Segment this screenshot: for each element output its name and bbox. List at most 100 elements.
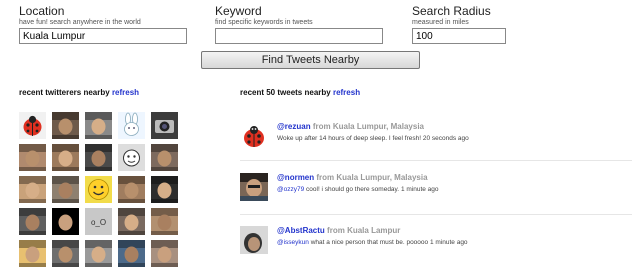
person-photo bbox=[85, 112, 112, 139]
man-avatar[interactable] bbox=[85, 144, 112, 171]
person-photo bbox=[151, 240, 178, 267]
tweet-body: @isseykun what a nice person that must b… bbox=[277, 239, 632, 246]
person-photo bbox=[85, 144, 112, 171]
keyword-label: Keyword bbox=[215, 4, 262, 18]
man-avatar[interactable] bbox=[52, 240, 79, 267]
man-avatar[interactable] bbox=[85, 112, 112, 139]
man-avatar[interactable] bbox=[52, 144, 79, 171]
bunny-icon bbox=[124, 112, 139, 136]
keyword-field-group: Keyword find specific keywords in tweets bbox=[215, 5, 383, 44]
keyword-hint: find specific keywords in tweets bbox=[215, 19, 313, 26]
location-hint: have fun! search anywhere in the world bbox=[19, 19, 141, 26]
twitterers-avatar-grid: o_O bbox=[19, 112, 179, 267]
person-photo-icon bbox=[240, 173, 268, 201]
smiley-avatar[interactable] bbox=[85, 176, 112, 203]
bunny-avatar[interactable] bbox=[118, 112, 145, 139]
text-face-icon: o_O bbox=[91, 218, 106, 227]
ladybug-avatar[interactable] bbox=[19, 112, 46, 139]
person-photo bbox=[19, 176, 46, 203]
camera-icon bbox=[155, 120, 174, 133]
tweet-mention-link[interactable]: @isseykun bbox=[277, 239, 309, 246]
cartoon-icon bbox=[123, 149, 140, 167]
tweet-header: @normen from Kuala Lumpur, Malaysia bbox=[277, 173, 632, 182]
ladybug-icon bbox=[23, 115, 42, 136]
tweets-refresh-link[interactable]: refresh bbox=[333, 88, 360, 97]
tweet-avatar[interactable] bbox=[240, 122, 268, 150]
man-avatar[interactable] bbox=[151, 240, 178, 267]
man-avatar[interactable] bbox=[85, 240, 112, 267]
tweet-from-label: from bbox=[327, 226, 345, 235]
tweet-text-block: @rezuan from Kuala Lumpur, Malaysia Woke… bbox=[277, 122, 632, 142]
oo-avatar[interactable]: o_O bbox=[85, 208, 112, 235]
man-avatar[interactable] bbox=[151, 208, 178, 235]
person-photo-icon bbox=[240, 226, 268, 254]
man-avatar[interactable] bbox=[118, 240, 145, 267]
radius-field-group: Search Radius measured in miles bbox=[412, 5, 506, 44]
tweet-header: @rezuan from Kuala Lumpur, Malaysia bbox=[277, 122, 632, 131]
man-avatar[interactable] bbox=[52, 176, 79, 203]
tweet-time: 1 minute ago bbox=[429, 239, 468, 246]
person-photo bbox=[151, 208, 178, 235]
person-photo bbox=[19, 208, 46, 235]
tweets-title: recent 50 tweets nearby bbox=[240, 88, 331, 97]
tweet-location: Kuala Lumpur, Malaysia bbox=[336, 173, 428, 182]
person-photo bbox=[52, 112, 79, 139]
person-photo bbox=[118, 176, 145, 203]
location-field-group: Location have fun! search anywhere in th… bbox=[19, 5, 187, 44]
tweet-avatar[interactable] bbox=[240, 173, 268, 201]
ladybug-icon bbox=[240, 122, 268, 150]
tweet-message: cool! i should go there someday. bbox=[306, 186, 400, 193]
tweet-location: Kuala Lampur bbox=[347, 226, 401, 235]
tweet-divider bbox=[240, 160, 632, 161]
find-tweets-button[interactable]: Find Tweets Nearby bbox=[201, 51, 420, 69]
tweet-header: @AbstRactu from Kuala Lampur bbox=[277, 226, 632, 235]
twitterers-refresh-link[interactable]: refresh bbox=[112, 88, 139, 97]
cartoon-avatar[interactable] bbox=[118, 144, 145, 171]
man-avatar[interactable] bbox=[19, 240, 46, 267]
man-avatar[interactable] bbox=[19, 208, 46, 235]
tweet-username-link[interactable]: @AbstRactu bbox=[277, 226, 325, 235]
man-avatar[interactable] bbox=[19, 144, 46, 171]
person-photo bbox=[52, 208, 79, 235]
person-photo bbox=[118, 240, 145, 267]
tweet-message: Woke up after 14 hours of deep sleep. I … bbox=[277, 135, 422, 142]
tweet-mention-link[interactable]: @ozzy79 bbox=[277, 186, 304, 193]
location-input[interactable] bbox=[19, 28, 187, 44]
twitterers-heading: recent twitterers nearby refresh bbox=[19, 88, 139, 97]
man-avatar[interactable] bbox=[151, 144, 178, 171]
tweet-avatar[interactable] bbox=[240, 226, 268, 254]
tweet-text-block: @AbstRactu from Kuala Lampur @isseykun w… bbox=[277, 226, 632, 246]
keyword-input[interactable] bbox=[215, 28, 383, 44]
tweet-from-label: from bbox=[312, 122, 331, 131]
person-photo bbox=[151, 176, 178, 203]
location-label: Location bbox=[19, 4, 65, 18]
person-photo bbox=[118, 208, 145, 235]
person-photo bbox=[19, 240, 46, 267]
tweet-body: @ozzy79 cool! i should go there someday.… bbox=[277, 186, 632, 193]
person-photo bbox=[19, 144, 46, 171]
man-avatar[interactable] bbox=[118, 176, 145, 203]
man-avatar[interactable] bbox=[151, 176, 178, 203]
man-avatar[interactable] bbox=[19, 176, 46, 203]
tweet-username-link[interactable]: @normen bbox=[277, 173, 314, 182]
smiley-icon bbox=[88, 179, 109, 200]
person-photo bbox=[151, 144, 178, 171]
tweet-message: what a nice person that must be. pooooo bbox=[310, 239, 429, 246]
tweets-heading: recent 50 tweets nearby refresh bbox=[240, 88, 360, 97]
svg-text:o_O: o_O bbox=[91, 218, 106, 227]
camera-avatar[interactable] bbox=[151, 112, 178, 139]
tweet-time: 20 seconds ago bbox=[422, 135, 469, 142]
radius-hint: measured in miles bbox=[412, 19, 469, 26]
person-photo bbox=[52, 240, 79, 267]
man-avatar[interactable] bbox=[118, 208, 145, 235]
tweet-username-link[interactable]: @rezuan bbox=[277, 122, 311, 131]
tweet-time: 1 minute ago bbox=[400, 186, 439, 193]
tweet-location: Kuala Lumpur, Malaysia bbox=[332, 122, 424, 131]
radius-label: Search Radius bbox=[412, 4, 491, 18]
person-photo bbox=[52, 144, 79, 171]
man-avatar[interactable] bbox=[52, 112, 79, 139]
radius-input[interactable] bbox=[412, 28, 506, 44]
twitterers-title: recent twitterers nearby bbox=[19, 88, 110, 97]
man-avatar[interactable] bbox=[52, 208, 79, 235]
tweet-divider bbox=[240, 214, 632, 215]
